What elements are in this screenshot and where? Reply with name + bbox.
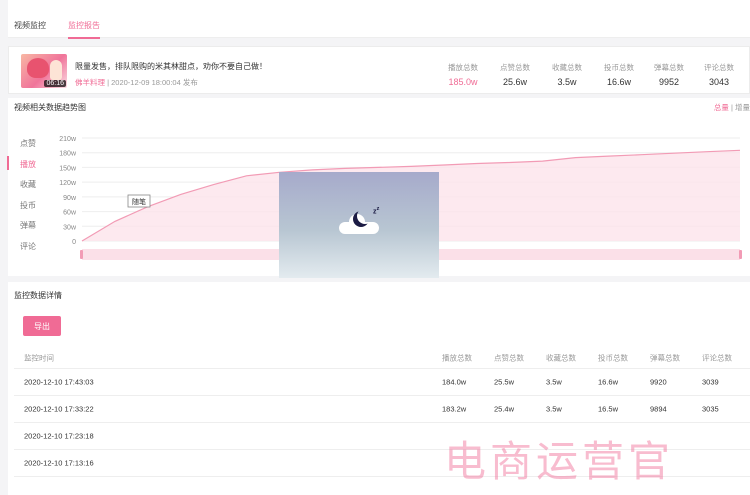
metric-item[interactable]: 点赞 [20,138,36,149]
toggle-total[interactable]: 总量 [714,103,729,112]
table-cell: 25.5w [494,377,515,387]
annotation-label: 随笔 [132,197,146,206]
stat-label: 收藏总数 [552,63,582,72]
stat-label: 弹幕总数 [654,63,684,72]
trend-title: 视频相关数据趋势图 [14,103,86,112]
stat-label: 投币总数 [604,63,634,72]
stat-value: 3.5w [557,77,577,87]
stat-1: 点赞总数 25.6w [489,62,541,87]
metric-item[interactable]: 播放 [7,155,36,170]
metric-item[interactable]: 弹幕 [20,220,36,231]
column-header: 投币总数 [598,353,628,362]
tab-monitor-report[interactable]: 监控报告 [68,20,100,39]
tab-bar: 视频监控 监控报告 [8,0,750,39]
column-header: 播放总数 [442,353,472,362]
stat-label: 点赞总数 [500,63,530,72]
table-cell: 184.0w [442,377,467,387]
total-increment-toggle: 总量 | 增量 [714,102,750,113]
sleep-overlay: zz [279,172,439,278]
table-cell: 2020-12-10 17:43:03 [24,377,94,387]
cloud-icon [339,214,379,234]
y-tick-label: 60w [63,210,77,217]
table-cell: 25.4w [494,404,515,414]
table-cell: 3.5w [546,377,562,387]
stat-value: 25.6w [502,77,528,87]
stat-3: 投币总数 16.6w [593,62,645,87]
y-tick-label: 0 [72,239,76,246]
table-row: 2020-12-10 17:33:22 183.2w 25.4w 3.5w 16.5w 9… [14,396,750,423]
zoom-slider-handle-right [739,250,742,259]
trend-chart: 0 30w 60w 90w 120w 150w 180w 210w 随笔 zz [48,131,748,278]
heart-graphic [27,58,49,78]
zoom-slider-handle-left [80,250,83,259]
table-cell: 16.5w [598,404,619,414]
y-tick-label: 180w [59,151,77,158]
video-thumbnail[interactable]: 06:16 [21,54,67,88]
y-tick-label: 90w [63,195,77,202]
video-card: 06:16 限量发售，排队限购的米其林甜点，劝你不要自己做！ 佛羊料理 | 20… [8,46,750,94]
table-row: 2020-12-10 17:43:03 184.0w 25.5w 3.5w 16.6w 9… [14,369,750,396]
stat-2: 收藏总数 3.5w [541,62,593,87]
y-tick-label: 120w [59,180,77,187]
tab-video-monitor[interactable]: 视频监控 [14,20,46,31]
metric-item[interactable]: 收藏 [20,179,36,190]
video-duration: 06:16 [44,80,66,87]
column-header: 点赞总数 [494,353,524,362]
video-title[interactable]: 限量发售，排队限购的米其林甜点，劝你不要自己做！ [75,61,267,72]
y-tick-label: 210w [59,136,77,143]
table-cell: 3039 [702,377,719,387]
table-cell: 2020-12-10 17:33:22 [24,404,94,414]
watermark: 电商运营官 [444,437,675,486]
stat-value: 3043 [708,77,730,87]
table-cell: 2020-12-10 17:23:18 [24,431,94,441]
uploader-name[interactable]: 佛羊料理 [75,78,105,87]
metric-item[interactable]: 评论 [20,241,36,252]
stat-0: 播放总数 185.0w [437,62,489,87]
y-tick-label: 30w [63,224,77,231]
video-meta: 佛羊料理 | 2020-12-09 18:00:04 发布 [75,77,198,88]
column-header: 收藏总数 [546,353,576,362]
table-cell: 183.2w [442,404,467,414]
moon-icon [357,208,373,224]
table-cell: 3.5w [546,404,562,414]
zzz-icon: zz [373,206,380,216]
table-cell: 3035 [702,404,719,414]
stat-value: 9952 [658,77,680,87]
y-tick-label: 150w [59,165,77,172]
stat-value: 16.6w [606,77,632,87]
stat-4: 弹幕总数 9952 [643,62,695,87]
stat-5: 评论总数 3043 [693,62,745,87]
details-title: 监控数据详情 [14,291,62,300]
trend-panel: 视频相关数据趋势图 总量 | 增量 点赞播放收藏投币弹幕评论 0 30w 60w 90… [7,98,750,278]
export-button[interactable]: 导出 [23,316,61,336]
table-header: 监控时间 播放总数 点赞总数 收藏总数 投币总数 弹幕总数 评论总数 [14,347,750,369]
metric-item[interactable]: 投币 [20,200,36,211]
table-cell: 9920 [650,377,667,387]
column-header: 弹幕总数 [650,353,680,362]
table-cell: 2020-12-10 17:13:16 [24,458,94,468]
stat-label: 评论总数 [704,63,734,72]
toggle-increment[interactable]: 增量 [735,103,750,112]
table-cell: 16.6w [598,377,619,387]
stat-label: 播放总数 [448,63,478,72]
person-graphic [50,60,62,80]
stat-value: 185.0w [448,77,478,87]
publish-time: | 2020-12-09 18:00:04 发布 [107,78,198,87]
column-header: 监控时间 [24,353,54,362]
column-header: 评论总数 [702,353,732,362]
table-cell: 9894 [650,404,667,414]
